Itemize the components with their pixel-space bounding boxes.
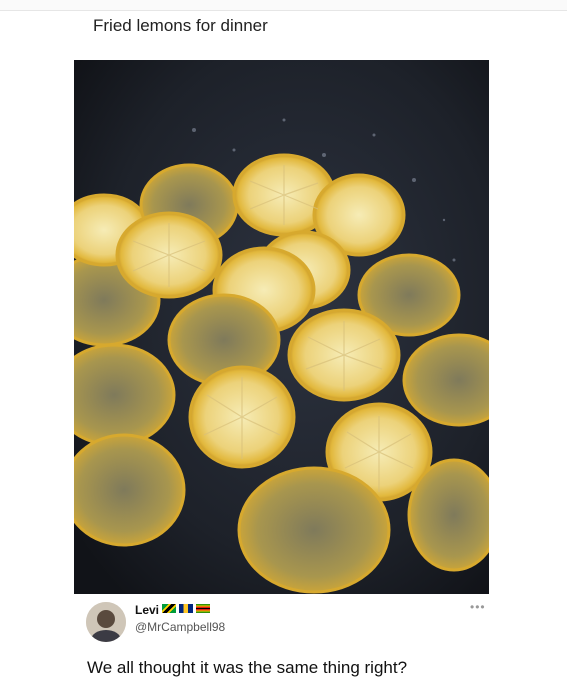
more-options-icon[interactable]: ••• [470,600,486,614]
tweet-text: We all thought it was the same thing rig… [87,658,408,677]
zimbabwe-flag-icon [196,604,210,613]
flag-emojis [162,604,210,614]
photo-illustration [74,60,489,594]
jamaica-flag-icon [162,604,176,613]
user-display-name[interactable]: Levi [135,603,159,617]
post-caption: Fried lemons for dinner [93,16,268,35]
avatar-image [86,602,126,642]
avatar[interactable] [86,602,126,642]
tweet-card: Levi @MrCampbell98 ••• We all thought it… [0,594,567,700]
barbados-flag-icon [179,604,193,613]
fried-lemons-photo[interactable] [74,60,489,594]
user-handle[interactable]: @MrCampbell98 [135,620,225,634]
top-divider [0,0,567,11]
